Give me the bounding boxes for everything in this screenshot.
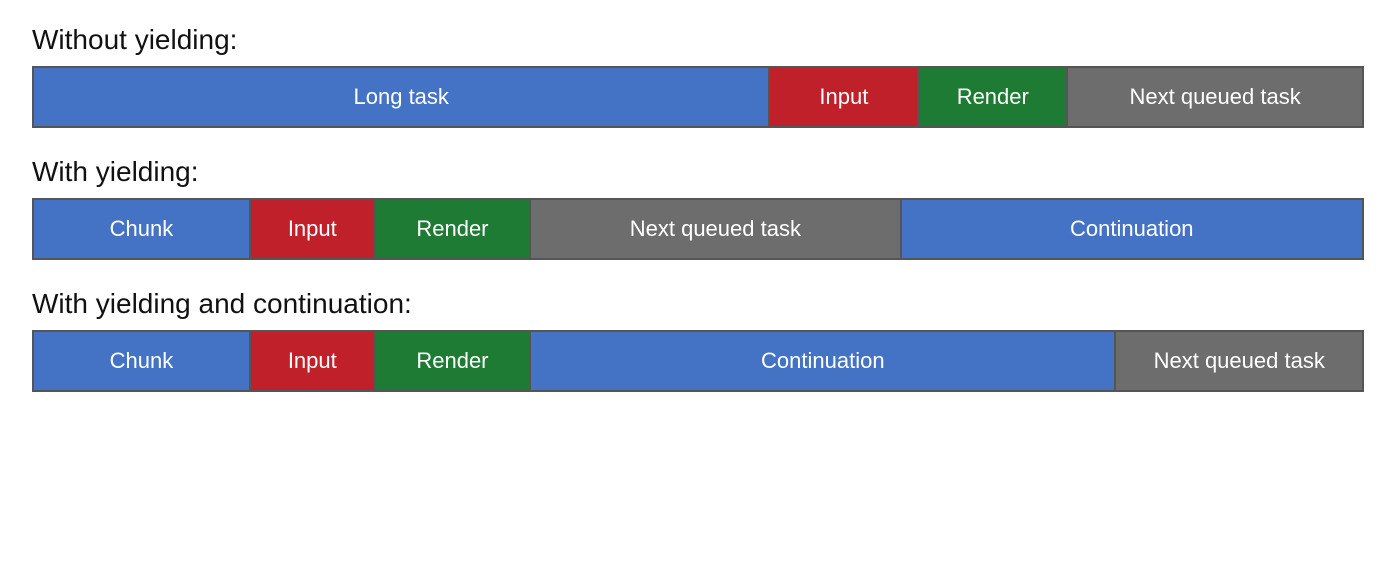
- diagram-without-yielding: Without yielding: Long taskInputRenderNe…: [32, 24, 1364, 128]
- diagram2-bar: ChunkInputRenderNext queued taskContinua…: [32, 198, 1364, 260]
- diagram-with-yielding: With yielding: ChunkInputRenderNext queu…: [32, 156, 1364, 260]
- bar-segment-chunk: Chunk: [34, 332, 249, 390]
- bar-segment-render: Render: [374, 200, 529, 258]
- diagram3-bar: ChunkInputRenderContinuationNext queued …: [32, 330, 1364, 392]
- bar-segment-next-queued-task: Next queued task: [529, 200, 899, 258]
- bar-segment-render: Render: [917, 68, 1066, 126]
- bar-segment-chunk: Chunk: [34, 200, 249, 258]
- bar-segment-next-queued-task: Next queued task: [1114, 332, 1362, 390]
- diagram3-title: With yielding and continuation:: [32, 288, 1364, 320]
- diagram1-title: Without yielding:: [32, 24, 1364, 56]
- bar-segment-continuation: Continuation: [529, 332, 1114, 390]
- diagram-with-yielding-continuation: With yielding and continuation: ChunkInp…: [32, 288, 1364, 392]
- bar-segment-render: Render: [374, 332, 529, 390]
- diagram1-bar: Long taskInputRenderNext queued task: [32, 66, 1364, 128]
- diagram2-title: With yielding:: [32, 156, 1364, 188]
- bar-segment-continuation: Continuation: [900, 200, 1362, 258]
- bar-segment-long-task: Long task: [34, 68, 768, 126]
- bar-segment-next-queued-task: Next queued task: [1066, 68, 1362, 126]
- bar-segment-input: Input: [768, 68, 917, 126]
- bar-segment-input: Input: [249, 200, 374, 258]
- bar-segment-input: Input: [249, 332, 374, 390]
